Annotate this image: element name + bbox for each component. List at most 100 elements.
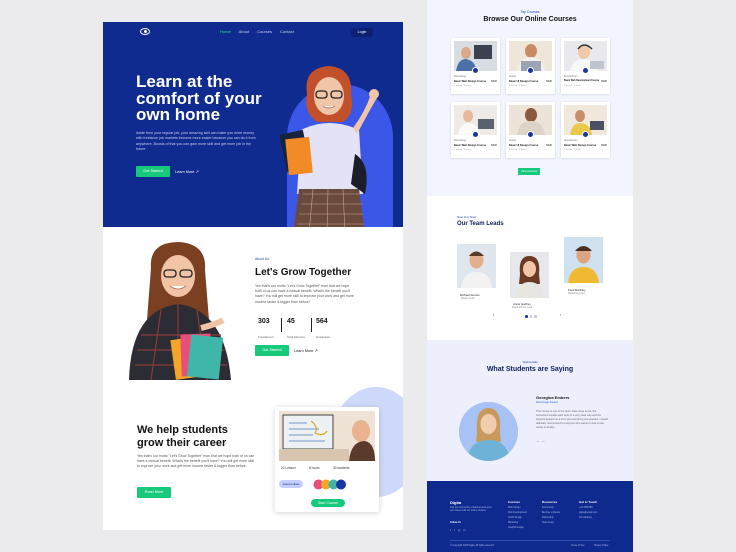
footer-link[interactable]: Our Address: [579, 517, 592, 519]
footer-link[interactable]: Community: [542, 507, 554, 509]
course-play-icon[interactable]: [527, 131, 534, 138]
stat-divider: [281, 318, 282, 332]
footer-brand: Digita: [450, 500, 462, 505]
student-photo: [279, 66, 379, 227]
carousel-dot[interactable]: [534, 315, 537, 318]
twitter-icon[interactable]: t: [454, 528, 455, 532]
course-play-icon[interactable]: [582, 67, 589, 74]
footer-link[interactable]: Become a Mentor: [542, 512, 560, 514]
course-card[interactable]: Design Basic UI Design Course $200 5 les…: [506, 38, 555, 94]
stat-graduates: 564 Graduates: [316, 318, 330, 343]
course-card[interactable]: Design Basic UI Design Course $200 5 les…: [506, 102, 555, 158]
testimonial-nav: ← →: [536, 438, 545, 443]
stat-mentors: 45 Total Mentors: [287, 318, 305, 343]
arrow-right-icon[interactable]: →: [541, 438, 545, 443]
student-avatars: [313, 479, 346, 490]
landing-page-left: Home About Courses Contact Login Learn a…: [103, 22, 403, 530]
course-price: $200: [491, 144, 497, 147]
testimonial-avatar: [459, 402, 518, 461]
course-card[interactable]: Development Basic Web Design Course $200…: [561, 102, 610, 158]
hero-learn-more-label: Learn More: [175, 170, 195, 174]
login-button[interactable]: Login: [351, 28, 373, 37]
course-play-icon[interactable]: [527, 67, 534, 74]
hero-section: Home About Courses Contact Login Learn a…: [103, 22, 403, 227]
copyright: © Copyright 2023 Digita. All rights rese…: [450, 545, 494, 547]
footer-link[interactable]: Graphic Design: [508, 527, 524, 529]
instagram-icon[interactable]: ◎: [458, 528, 461, 532]
course-name: Basic UI Design Course: [509, 144, 539, 147]
team-tag: Meet Our Team: [457, 215, 477, 219]
stat-value: 45: [287, 318, 295, 325]
team-carousel-dots[interactable]: [525, 315, 537, 318]
course-price: $200: [601, 144, 607, 147]
eye-logo-icon[interactable]: [140, 28, 150, 35]
course-meta: 5 lesson · 8 hours: [454, 149, 472, 151]
footer-link[interactable]: UI/UX Design: [508, 517, 522, 519]
about-title: Let's Grow Together: [255, 267, 352, 278]
course-play-icon[interactable]: [472, 131, 479, 138]
linkedin-icon[interactable]: in: [463, 528, 465, 532]
course-price: $200: [601, 80, 607, 83]
team-title: Our Team Leads: [457, 221, 504, 227]
team-member-photo[interactable]: [510, 252, 549, 298]
nav-courses[interactable]: Courses: [257, 29, 272, 34]
view-courses-button[interactable]: View Courses: [518, 168, 540, 175]
terms-link[interactable]: Terms of Use: [571, 545, 585, 547]
course-category: Web Design: [454, 76, 467, 78]
course-card[interactable]: Development Basic Web Development Course…: [561, 38, 610, 94]
footer-follow: Follow Us: [450, 522, 461, 524]
course-name: Basic Web Design Course: [564, 144, 597, 147]
footer-link[interactable]: Marketing: [508, 522, 518, 524]
students-count: 30 students: [333, 466, 350, 470]
carousel-dot[interactable]: [529, 315, 532, 318]
about-learn-more-link[interactable]: Learn More ↗: [294, 348, 318, 353]
course-category: Development: [564, 140, 578, 142]
nav-about[interactable]: About: [239, 29, 249, 34]
course-meta: 5 lesson · 8 hours: [564, 149, 582, 151]
stat-label: Freelancers: [258, 335, 274, 339]
privacy-link[interactable]: Privacy Policy: [594, 545, 608, 547]
course-play-icon[interactable]: [582, 131, 589, 138]
footer-link[interactable]: Web Design: [508, 507, 520, 509]
team-member-photo[interactable]: [564, 237, 603, 283]
about-description: Yes that's our motto "Let's Grow Togethe…: [255, 284, 354, 304]
testimonial-photo: [459, 402, 518, 461]
team-next-arrow-icon[interactable]: ›: [560, 312, 561, 317]
footer-link[interactable]: Web Development: [508, 512, 527, 514]
footer-link[interactable]: +12 3456789: [579, 507, 592, 509]
nav-contact[interactable]: Contact: [280, 29, 294, 34]
course-price: $200: [491, 80, 497, 83]
course-card[interactable]: Web Design Basic Web Design Course $200 …: [451, 102, 500, 158]
testimonials-tag: Testimonials: [522, 360, 538, 364]
course-play-icon[interactable]: [472, 67, 479, 74]
arrow-up-right-icon: ↗: [195, 170, 199, 174]
footer-link[interactable]: Help Center: [542, 522, 554, 524]
nav-home[interactable]: Home: [220, 29, 231, 34]
stat-divider: [311, 318, 312, 332]
team-member-photo[interactable]: [457, 244, 496, 288]
courses-section: Top Courses Browse Our Online Courses We…: [427, 0, 633, 196]
carousel-dot[interactable]: [525, 315, 528, 318]
footer-divider: [450, 540, 610, 541]
footer-col-title: Get in Touch: [579, 500, 598, 504]
team-prev-arrow-icon[interactable]: ‹: [493, 312, 494, 317]
featured-course-card[interactable]: 22 Lesson 8 hours 30 students Intermedia…: [275, 407, 379, 512]
start-course-button[interactable]: Start Course: [311, 499, 345, 507]
course-card[interactable]: Web Design Basic Web Design Course $200 …: [451, 38, 500, 94]
hero-get-started-button[interactable]: Get Started: [136, 166, 170, 177]
landing-page-right: Top Courses Browse Our Online Courses We…: [427, 0, 633, 552]
member-role: Development Lead: [512, 306, 533, 309]
lesson-count: 22 Lesson: [281, 466, 296, 470]
footer-link[interactable]: digita@email.com: [579, 512, 597, 514]
testimonial-quote: This course is one of the best I have do…: [536, 410, 608, 429]
main-nav: Home About Courses Contact: [220, 29, 294, 34]
footer-col-title: Resources: [542, 500, 558, 504]
facebook-icon[interactable]: f: [450, 528, 451, 532]
footer-link[interactable]: Partnership: [542, 517, 554, 519]
about-get-started-button[interactable]: Get Started: [255, 345, 289, 356]
arrow-left-icon[interactable]: ←: [536, 438, 540, 443]
testimonial-role: Web Design Student: [536, 401, 558, 404]
read-more-button[interactable]: Read More: [137, 487, 171, 498]
course-category: Development: [564, 76, 578, 78]
hero-learn-more-link[interactable]: Learn More ↗: [175, 169, 199, 174]
